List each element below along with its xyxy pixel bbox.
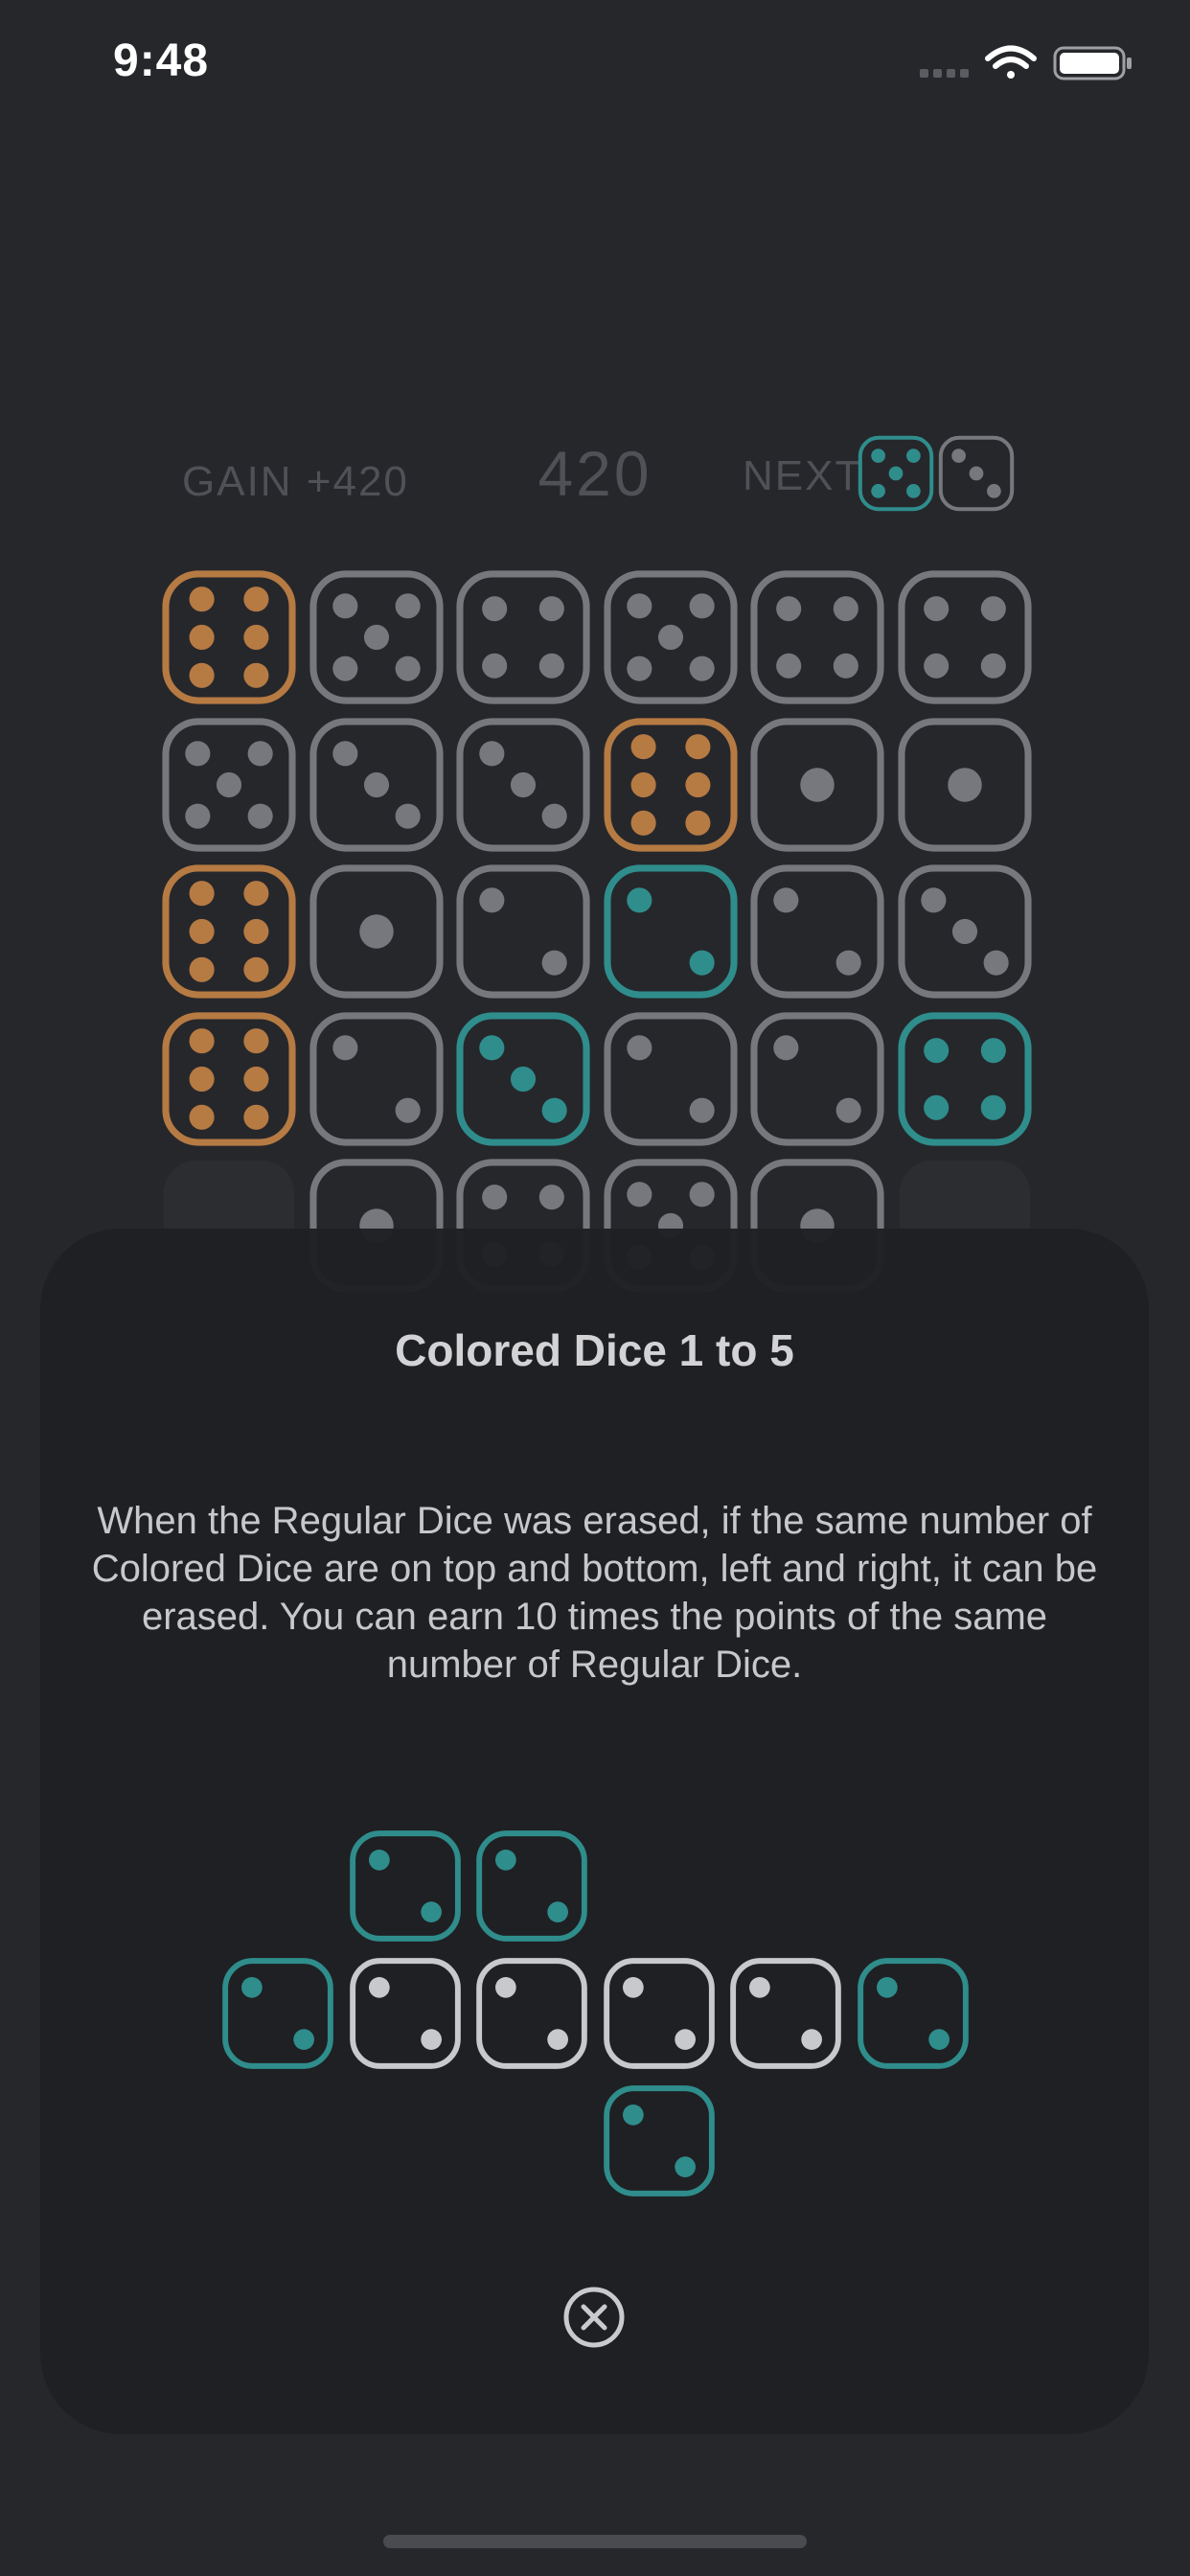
die-regular-5[interactable]	[161, 717, 297, 853]
die-regular-5[interactable]	[603, 569, 739, 705]
die-orange-6[interactable]	[603, 717, 739, 853]
die-regular-2[interactable]	[749, 863, 885, 1000]
die-teal-2	[221, 1957, 334, 2070]
die-colored-5	[858, 435, 934, 512]
close-button[interactable]	[560, 2283, 629, 2352]
die-white-2	[603, 1957, 716, 2070]
die-teal-2	[603, 2084, 716, 2197]
die-white-2	[475, 1957, 588, 2070]
die-teal-2	[857, 1957, 970, 2070]
die-teal-2	[475, 1829, 588, 1943]
die-regular-5[interactable]	[309, 569, 445, 705]
signal-icon	[920, 69, 969, 78]
die-regular-2[interactable]	[455, 863, 591, 1000]
die-regular-4[interactable]	[749, 569, 885, 705]
battery-icon	[1053, 46, 1132, 80]
die-regular-3	[938, 435, 1015, 512]
die-regular-4[interactable]	[897, 569, 1033, 705]
die-regular-4[interactable]	[455, 569, 591, 705]
status-time: 9:48	[113, 35, 210, 86]
close-circle-icon	[563, 2287, 625, 2348]
example-dice	[40, 1229, 1149, 2434]
die-regular-1[interactable]	[749, 717, 885, 853]
game-header: GAIN +420 420 NEXT	[0, 422, 1190, 518]
next-label: NEXT	[743, 452, 863, 499]
die-regular-2[interactable]	[603, 1011, 739, 1147]
die-teal-2	[349, 1829, 462, 1943]
die-regular-3[interactable]	[897, 863, 1033, 1000]
status-bar: 9:48	[0, 0, 1190, 125]
home-indicator	[383, 2535, 807, 2548]
die-regular-1[interactable]	[309, 863, 445, 1000]
die-orange-6[interactable]	[161, 863, 297, 1000]
wifi-icon	[985, 45, 1037, 79]
help-panel: Colored Dice 1 to 5 When the Regular Dic…	[40, 1229, 1149, 2434]
die-white-2	[349, 1957, 462, 2070]
die-teal-3[interactable]	[455, 1011, 591, 1147]
next-dice-preview	[858, 435, 1020, 514]
die-white-2	[729, 1957, 842, 2070]
die-teal-4[interactable]	[897, 1011, 1033, 1147]
die-regular-2[interactable]	[749, 1011, 885, 1147]
die-regular-2[interactable]	[309, 1011, 445, 1147]
die-regular-3[interactable]	[309, 717, 445, 853]
die-orange-6[interactable]	[161, 1011, 297, 1147]
status-icons	[920, 45, 1132, 80]
die-regular-3[interactable]	[455, 717, 591, 853]
die-teal-2[interactable]	[603, 863, 739, 1000]
die-orange-6[interactable]	[161, 569, 297, 705]
die-regular-1[interactable]	[897, 717, 1033, 853]
